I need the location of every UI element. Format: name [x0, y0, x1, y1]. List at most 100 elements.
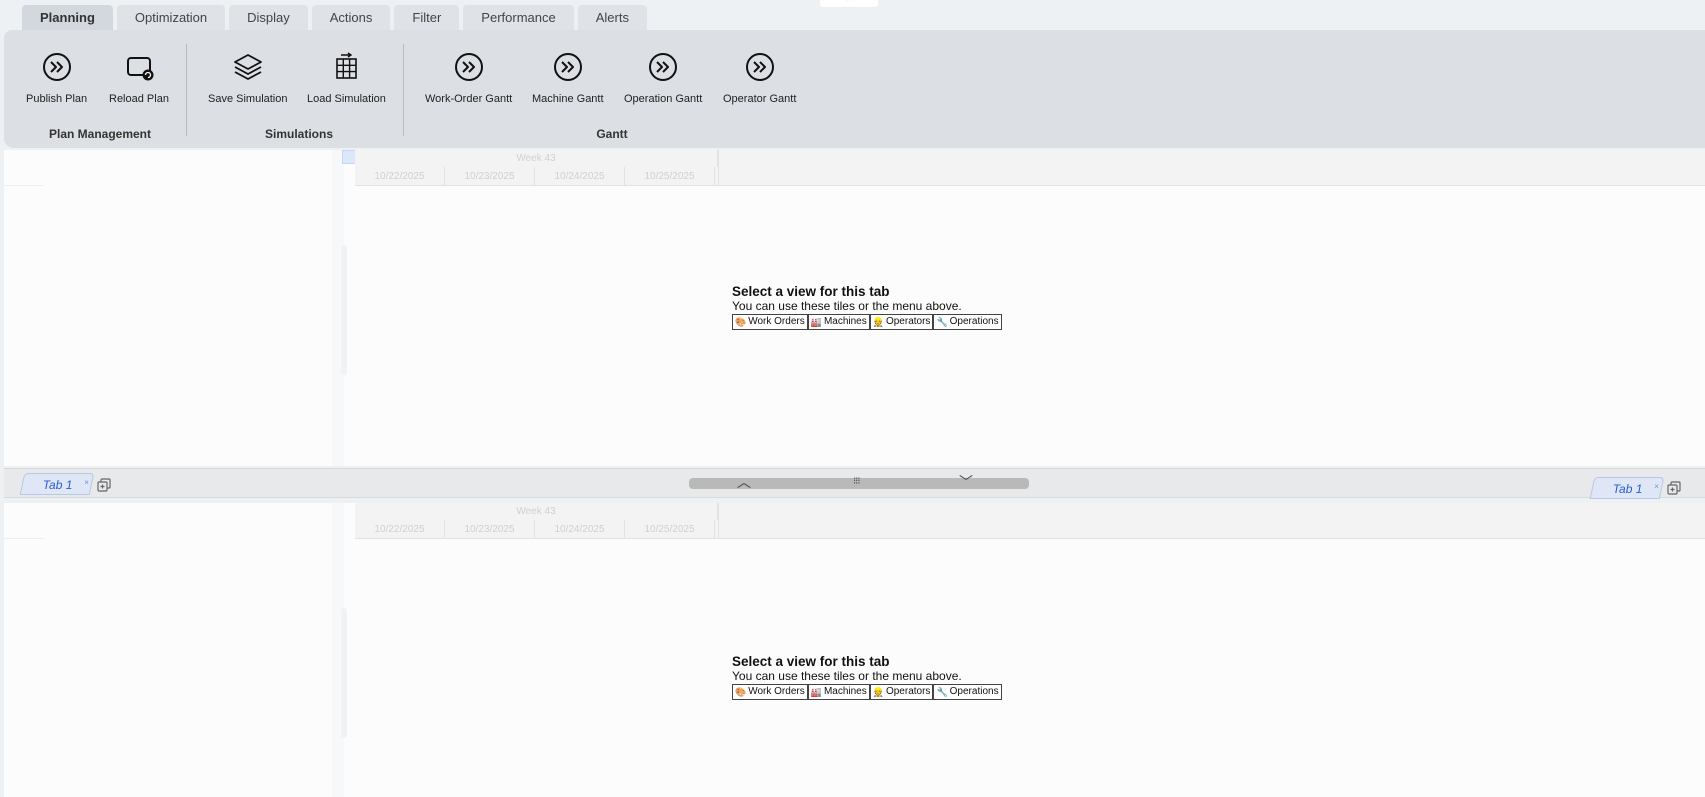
factory-icon: 🏭: [810, 687, 822, 697]
work-order-gantt-button[interactable]: Work-Order Gantt: [425, 50, 512, 105]
tile-label: Work Orders: [748, 316, 805, 327]
reload-window-icon: [126, 57, 154, 81]
chevron-down-icon[interactable]: ﹀: [959, 475, 973, 489]
top-gantt-pane: Week 43 10/22/2025 10/23/2025 10/24/2025…: [4, 150, 1705, 466]
reload-plan-label: Reload Plan: [109, 93, 169, 105]
pane-splitter[interactable]: ︿ ⁝⁝⁝ ﹀: [689, 475, 1029, 489]
save-simulation-label: Save Simulation: [208, 93, 288, 105]
top-resource-list: [4, 150, 344, 466]
tab-filter[interactable]: Filter: [394, 5, 460, 30]
palette-icon: 🎨: [735, 687, 747, 697]
row-divider: [4, 185, 44, 186]
work-orders-tile[interactable]: 🎨 Work Orders: [732, 684, 808, 700]
reload-plan-button[interactable]: Reload Plan: [109, 50, 169, 105]
ribbon-collapse-toggle[interactable]: ⌃: [820, 0, 878, 7]
machine-gantt-button[interactable]: Machine Gantt: [532, 50, 604, 105]
tab-optimization[interactable]: Optimization: [116, 5, 226, 30]
load-simulation-button[interactable]: Load Simulation: [307, 50, 386, 105]
bottom-resource-list: [4, 503, 344, 797]
fast-forward-circle-icon: [553, 53, 582, 81]
work-order-gantt-label: Work-Order Gantt: [425, 93, 513, 105]
empty-view-subtitle: You can use these tiles or the menu abov…: [732, 299, 962, 313]
top-corner-selector[interactable]: [342, 150, 356, 164]
tab-label: Tab 1: [1612, 482, 1643, 496]
load-simulation-label: Load Simulation: [307, 93, 386, 105]
day-header: 10/25/2025: [625, 167, 715, 186]
week-end-line: [718, 150, 719, 186]
operators-tile[interactable]: 👷 Operators: [869, 314, 934, 330]
tab-actions[interactable]: Actions: [311, 5, 391, 30]
day-header: 10/24/2025: [535, 520, 625, 539]
fast-forward-circle-icon: [454, 53, 483, 81]
operation-gantt-label: Operation Gantt: [624, 93, 703, 105]
close-tab-icon[interactable]: ×: [1654, 476, 1659, 498]
tile-label: Operators: [885, 316, 931, 327]
operation-gantt-button[interactable]: Operation Gantt: [624, 50, 702, 105]
empty-view-title: Select a view for this tab: [732, 284, 890, 299]
week-end-line: [718, 503, 719, 539]
ribbon-panel: Publish Plan Reload Plan Plan Management…: [4, 30, 1705, 148]
day-header: 10/22/2025: [355, 167, 445, 186]
operations-tile[interactable]: 🔧 Operations: [933, 314, 1002, 330]
fast-forward-circle-icon: [649, 53, 678, 81]
tab-display[interactable]: Display: [229, 5, 308, 30]
tab-performance[interactable]: Performance: [463, 5, 574, 30]
day-header: 10/23/2025: [445, 167, 535, 186]
wrench-icon: 🔧: [936, 317, 948, 327]
publish-plan-label: Publish Plan: [26, 93, 88, 105]
top-vertical-scrollbar[interactable]: [341, 245, 347, 375]
add-tab-icon[interactable]: [1666, 480, 1682, 496]
chevron-up-icon[interactable]: ︿: [737, 475, 751, 489]
operator-gantt-button[interactable]: Operator Gantt: [723, 50, 796, 105]
tab-label: Tab 1: [42, 478, 73, 492]
fast-forward-circle-icon: [745, 53, 774, 81]
tile-label: Operations: [949, 316, 999, 327]
tile-label: Operators: [885, 686, 931, 697]
top-empty-view-message: Select a view for this tab You can use t…: [732, 284, 1002, 330]
group-divider: [403, 44, 404, 136]
add-tab-icon[interactable]: [96, 477, 112, 493]
tile-label: Machines: [823, 686, 867, 697]
ribbon-tab-strip: Planning Optimization Display Actions Fi…: [22, 5, 647, 30]
day-header: 10/23/2025: [445, 520, 535, 539]
worker-icon: 👷: [872, 317, 884, 327]
publish-plan-button[interactable]: Publish Plan: [26, 50, 87, 105]
operator-gantt-label: Operator Gantt: [723, 93, 797, 105]
week-header: Week 43: [355, 503, 718, 520]
empty-view-subtitle: You can use these tiles or the menu abov…: [732, 669, 962, 683]
tile-label: Work Orders: [748, 686, 805, 697]
layers-icon: [233, 54, 262, 80]
machines-tile[interactable]: 🏭 Machines: [807, 684, 870, 700]
top-timeline-header: Week 43 10/22/2025 10/23/2025 10/24/2025…: [355, 150, 1705, 186]
machines-tile[interactable]: 🏭 Machines: [807, 314, 870, 330]
bottom-gantt-pane: Week 43 10/22/2025 10/23/2025 10/24/2025…: [4, 503, 1705, 797]
drag-grip-icon: ⁝⁝⁝: [853, 476, 860, 487]
operators-tile[interactable]: 👷 Operators: [869, 684, 934, 700]
group-simulations-label: Simulations: [264, 127, 333, 141]
group-divider: [186, 44, 187, 136]
view-tiles: 🎨 Work Orders 🏭 Machines 👷 Operators 🔧 Opera…: [732, 684, 1002, 700]
day-header: 10/22/2025: [355, 520, 445, 539]
pane-tab-bar: Tab 1 × ︿ ⁝⁝⁝ ﹀ Tab 1 ×: [4, 468, 1705, 499]
group-gantt-label: Gantt: [596, 127, 628, 141]
row-divider: [4, 538, 44, 539]
save-simulation-button[interactable]: Save Simulation: [208, 50, 288, 105]
tab-alerts[interactable]: Alerts: [577, 5, 647, 30]
tab-planning[interactable]: Planning: [22, 5, 113, 30]
group-plan-management-label: Plan Management: [48, 127, 152, 141]
bottom-vertical-scrollbar[interactable]: [341, 608, 347, 738]
fast-forward-circle-icon: [42, 53, 71, 81]
week-header: Week 43: [355, 150, 718, 167]
day-header: 10/25/2025: [625, 520, 715, 539]
close-tab-icon[interactable]: ×: [84, 472, 89, 494]
tile-label: Operations: [949, 686, 999, 697]
grid-arrows-icon: [336, 52, 358, 79]
operations-tile[interactable]: 🔧 Operations: [933, 684, 1002, 700]
palette-icon: 🎨: [735, 317, 747, 327]
tile-label: Machines: [823, 316, 867, 327]
left-pane-tab[interactable]: Tab 1 ×: [19, 472, 94, 495]
wrench-icon: 🔧: [936, 687, 948, 697]
machine-gantt-label: Machine Gantt: [532, 93, 604, 105]
work-orders-tile[interactable]: 🎨 Work Orders: [732, 314, 808, 330]
right-pane-tab[interactable]: Tab 1 ×: [1589, 476, 1664, 499]
